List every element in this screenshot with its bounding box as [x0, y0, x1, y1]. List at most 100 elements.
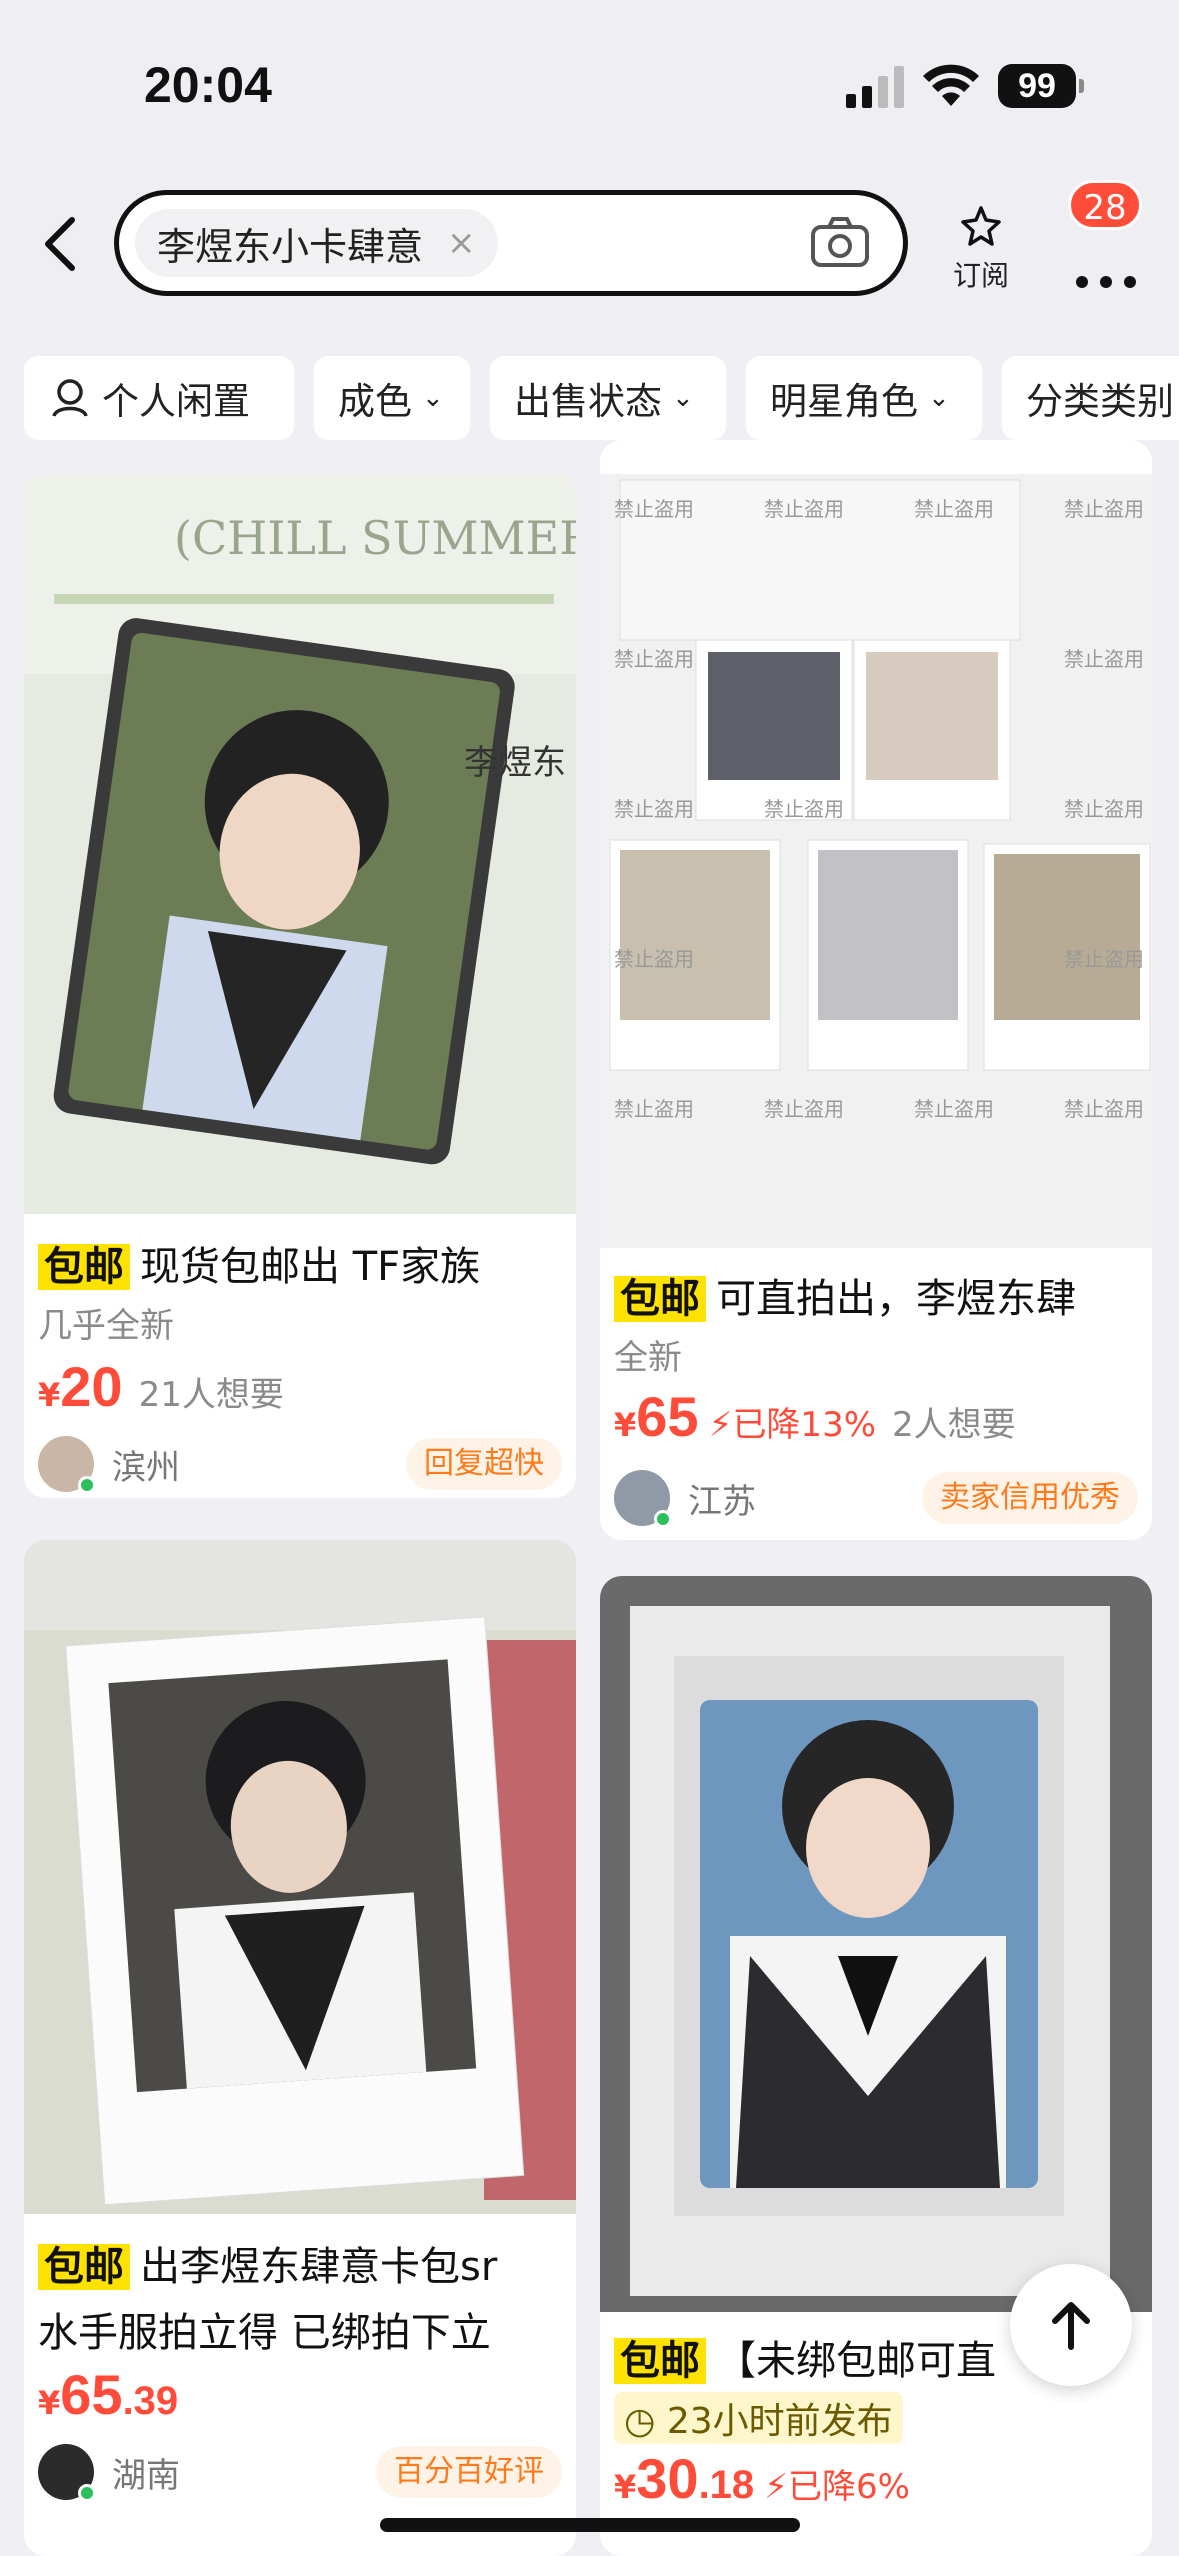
- seller-badge: 百分百好评: [376, 2446, 562, 2498]
- svg-text:禁止盗用: 禁止盗用: [614, 497, 694, 521]
- clear-query-icon[interactable]: ×: [447, 223, 476, 263]
- currency-symbol: ¥: [38, 2384, 61, 2422]
- listing-card[interactable]: 包邮 【未绑包邮可直 ◷ 23小时前发布 ¥ 30 .18 ⚡ 已降6%: [600, 1576, 1152, 2556]
- avatar: [614, 1470, 672, 1528]
- svg-text:禁止盗用: 禁止盗用: [764, 797, 844, 821]
- subscribe-label: 订阅: [952, 259, 1009, 292]
- seller-location: 湖南: [112, 2455, 180, 2496]
- search-input[interactable]: 李煜东小卡肆意 ×: [114, 190, 908, 296]
- notification-badge: 28: [1068, 180, 1142, 230]
- svg-text:禁止盗用: 禁止盗用: [764, 497, 844, 521]
- listing-card[interactable]: (CHILL SUMMER) 李煜东 包邮 现货包邮出 TF家族 几乎全新 ¥ 2…: [24, 474, 576, 1498]
- battery-indicator: 99: [998, 64, 1084, 108]
- price-row: ¥ 20 21人想要: [38, 1354, 284, 1419]
- seller-info[interactable]: 湖南: [38, 2444, 180, 2502]
- clock-icon: ◷: [624, 2401, 656, 2442]
- filter-sale-status-label: 出售状态: [514, 380, 662, 423]
- svg-text:禁止盗用: 禁止盗用: [914, 497, 994, 521]
- more-dots-icon: [1076, 276, 1136, 288]
- free-shipping-tag: 包邮: [38, 2244, 130, 2290]
- listing-card[interactable]: 包邮 出李煜东肆意卡包sr 水手服拍立得 已绑拍下立 ¥ 65 .39 湖南 百分…: [24, 1540, 576, 2556]
- listing-title-text: 可直拍出，李煜东肆: [716, 1276, 1076, 1322]
- condition-label: 几乎全新: [38, 1306, 174, 1346]
- price-row: ¥ 65 ⚡ 已降13% 2人想要: [614, 1384, 1016, 1449]
- listing-title: 包邮 现货包邮出 TF家族: [38, 1234, 562, 1292]
- filter-category-label: 分类类别: [1026, 380, 1174, 423]
- cellular-signal-icon: [846, 66, 904, 108]
- subscribe-button[interactable]: 订阅: [946, 204, 1016, 296]
- price-row: ¥ 30 .18 ⚡ 已降6%: [614, 2446, 910, 2511]
- price-drop-label: 已降6%: [788, 2467, 910, 2507]
- svg-text:禁止盗用: 禁止盗用: [614, 797, 694, 821]
- svg-text:禁止盗用: 禁止盗用: [614, 947, 694, 971]
- seller-location: 滨州: [112, 1447, 180, 1488]
- person-icon: [52, 379, 88, 417]
- listing-title-text: 出李煜东肆意卡包sr: [140, 2244, 498, 2290]
- price-value: 30: [636, 2447, 699, 2510]
- chevron-down-icon: ⌄: [422, 383, 444, 413]
- status-bar: 20:04 99: [0, 0, 1179, 170]
- seller-badge: 回复超快: [406, 1438, 562, 1490]
- online-dot: [654, 1510, 672, 1528]
- listing-title-line2: 水手服拍立得 已绑拍下立: [38, 2310, 491, 2356]
- svg-text:禁止盗用: 禁止盗用: [1064, 797, 1144, 821]
- avatar: [38, 1436, 96, 1494]
- posted-time-text: 23小时前发布: [666, 2401, 893, 2442]
- svg-text:李煜东: 李煜东: [464, 743, 566, 783]
- product-photo: [24, 1540, 576, 2214]
- home-indicator: [380, 2518, 800, 2532]
- listing-title-text: 【未绑包邮可直: [716, 2338, 996, 2384]
- svg-text:禁止盗用: 禁止盗用: [914, 1097, 994, 1121]
- free-shipping-tag: 包邮: [614, 1276, 706, 1322]
- filter-celebrity[interactable]: 明星角色 ⌄: [746, 356, 982, 440]
- price-drop-icon: ⚡: [764, 2467, 789, 2507]
- filter-condition-label: 成色: [338, 380, 412, 423]
- listing-title: 包邮 出李煜东肆意卡包sr: [38, 2234, 562, 2292]
- clock: 20:04: [144, 57, 272, 113]
- listing-card[interactable]: 禁止盗用 禁止盗用 禁止盗用 禁止盗用 禁止盗用 禁止盗用 禁止盗用 禁止盗用 …: [600, 440, 1152, 1540]
- price-value: 65: [636, 1385, 699, 1448]
- svg-text:禁止盗用: 禁止盗用: [1064, 647, 1144, 671]
- filter-personal-label: 个人闲置: [102, 380, 250, 423]
- filter-condition[interactable]: 成色 ⌄: [314, 356, 470, 440]
- svg-text:禁止盗用: 禁止盗用: [1064, 1097, 1144, 1121]
- product-photo: (CHILL SUMMER) 李煜东: [24, 474, 576, 1214]
- filter-category[interactable]: 分类类别: [1002, 356, 1179, 440]
- search-query-chip[interactable]: 李煜东小卡肆意 ×: [135, 209, 498, 277]
- search-query-text: 李煜东小卡肆意: [157, 224, 424, 269]
- price-drop-label: 已降13%: [732, 1405, 877, 1445]
- svg-text:禁止盗用: 禁止盗用: [614, 1097, 694, 1121]
- price-drop-icon: ⚡: [708, 1405, 733, 1445]
- more-menu-button[interactable]: [1072, 228, 1138, 288]
- currency-symbol: ¥: [614, 2468, 637, 2506]
- chevron-down-icon: ⌄: [672, 383, 694, 413]
- want-count: 21人想要: [138, 1375, 284, 1415]
- wifi-icon: [923, 64, 979, 106]
- seller-info[interactable]: 滨州: [38, 1436, 180, 1494]
- svg-text:禁止盗用: 禁止盗用: [614, 647, 694, 671]
- seller-info[interactable]: 江苏: [614, 1470, 756, 1528]
- price-decimal: .18: [698, 2463, 755, 2507]
- pin-star-icon: [961, 206, 1001, 246]
- product-photo: 禁止盗用 禁止盗用 禁止盗用 禁止盗用 禁止盗用 禁止盗用 禁止盗用 禁止盗用 …: [600, 440, 1152, 1248]
- listing-title: 包邮 可直拍出，李煜东肆: [614, 1266, 1138, 1324]
- currency-symbol: ¥: [614, 1406, 637, 1444]
- back-to-top-button[interactable]: [1010, 2264, 1132, 2386]
- filter-personal[interactable]: 个人闲置: [24, 356, 294, 440]
- seller-badge: 卖家信用优秀: [922, 1472, 1138, 1524]
- condition-label: 全新: [614, 1338, 682, 1378]
- svg-text:(CHILL SUMMER): (CHILL SUMMER): [174, 511, 576, 565]
- svg-text:禁止盗用: 禁止盗用: [1064, 947, 1144, 971]
- product-photo: [600, 1576, 1152, 2312]
- back-arrow-icon[interactable]: [38, 214, 84, 274]
- online-dot: [78, 1476, 96, 1494]
- svg-text:禁止盗用: 禁止盗用: [1064, 497, 1144, 521]
- posted-time: ◷ 23小时前发布: [614, 2392, 903, 2444]
- svg-text:禁止盗用: 禁止盗用: [764, 1097, 844, 1121]
- avatar: [38, 2444, 96, 2502]
- arrow-up-icon: [1052, 2302, 1090, 2350]
- free-shipping-tag: 包邮: [38, 1244, 130, 1290]
- camera-icon[interactable]: [809, 213, 871, 273]
- filter-sale-status[interactable]: 出售状态 ⌄: [490, 356, 726, 440]
- filter-celebrity-label: 明星角色: [770, 380, 918, 423]
